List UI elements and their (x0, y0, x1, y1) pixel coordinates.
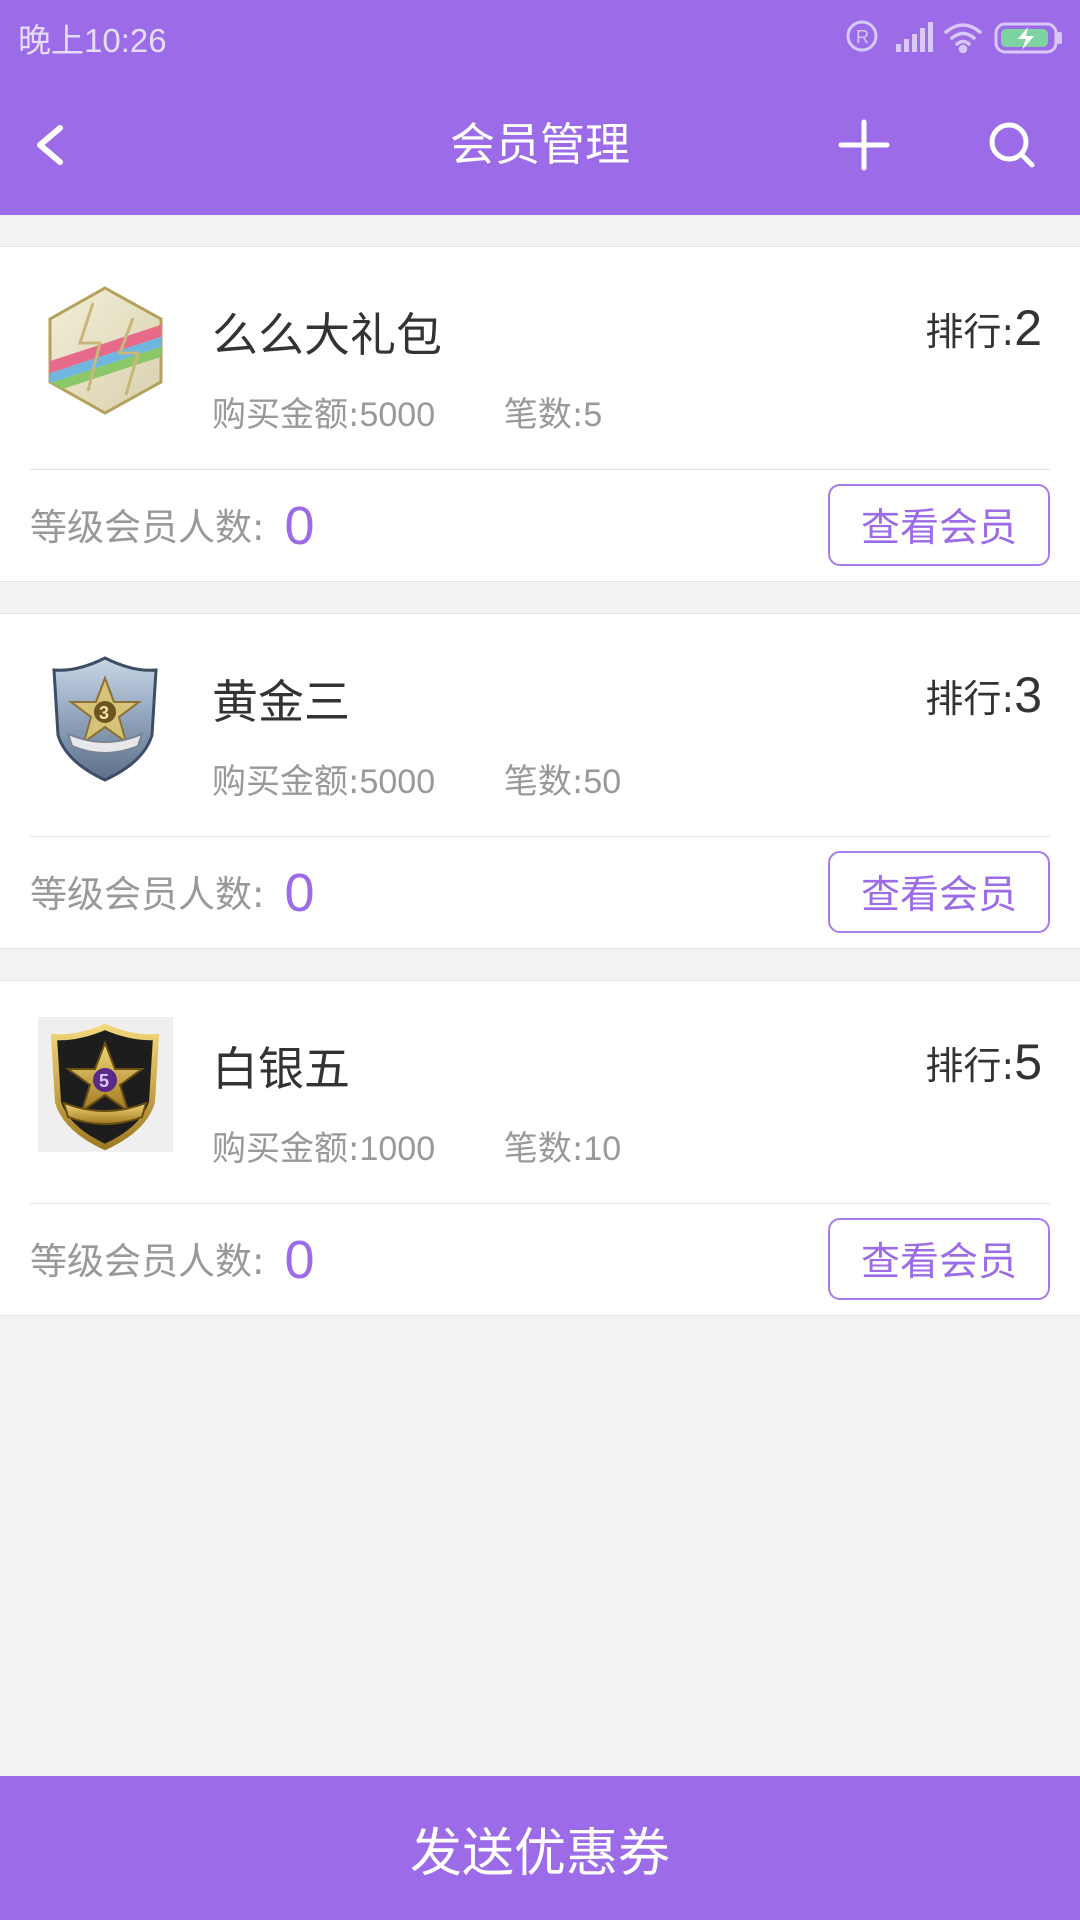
silver-shield-badge-icon: 3 (38, 650, 173, 785)
status-time: 晚上10:26 (18, 22, 167, 59)
rank-value: 2 (1014, 300, 1042, 356)
amount-value: 5000 (359, 763, 436, 801)
page-title: 会员管理 (449, 118, 630, 171)
app-header: 晚上10:26 R 会员管理 (0, 0, 1080, 215)
view-members-button[interactable]: 查看会员 (828, 1218, 1050, 1300)
svg-text:3: 3 (99, 703, 109, 723)
svg-text:5: 5 (99, 1071, 109, 1091)
count-label: 笔数: (503, 395, 584, 435)
rank-label: 排行: (925, 677, 1015, 721)
status-icons: R (846, 20, 1062, 54)
member-count: 等级会员人数: 0 (30, 862, 315, 924)
rank-label: 排行: (925, 310, 1015, 354)
level-meta: 购买金额:1000 笔数:10 (212, 1121, 621, 1170)
level-card: 么么大礼包 排行:2 购买金额:5000 笔数:5 等级会员人数: 0 查看会员 (0, 246, 1080, 582)
member-count-value: 0 (284, 1230, 315, 1290)
level-rank: 排行:3 (925, 666, 1042, 724)
level-list: 么么大礼包 排行:2 购买金额:5000 笔数:5 等级会员人数:0 查看会员 (0, 246, 1080, 1347)
search-icon[interactable] (985, 118, 1039, 172)
wifi-icon (944, 23, 982, 54)
divider (30, 836, 1050, 837)
level-meta: 购买金额:5000 笔数:50 (212, 754, 621, 803)
member-count: 等级会员人数: 0 (30, 1229, 315, 1291)
black-shield-badge-icon: 5 (38, 1017, 173, 1152)
amount-label: 购买金额: (212, 395, 360, 435)
level-name: 黄金三 (212, 675, 350, 729)
count-label: 笔数: (503, 762, 584, 802)
member-count: 等级会员人数: 0 (30, 495, 315, 557)
signal-icon (896, 22, 933, 52)
count-value: 50 (583, 763, 622, 801)
amount-value: 5000 (359, 396, 436, 434)
plus-icon[interactable] (837, 118, 891, 172)
battery-icon (994, 22, 1062, 54)
level-rank: 排行:5 (925, 1033, 1042, 1091)
level-meta: 购买金额:5000 笔数:5 (212, 387, 602, 436)
amount-label: 购买金额: (212, 762, 360, 802)
divider (30, 469, 1050, 470)
divider (30, 1203, 1050, 1204)
amount-value: 1000 (359, 1130, 436, 1168)
count-value: 10 (583, 1130, 622, 1168)
view-members-button[interactable]: 查看会员 (828, 484, 1050, 566)
count-value: 5 (583, 396, 603, 434)
member-count-label: 等级会员人数: (30, 873, 265, 916)
rank-value: 5 (1014, 1034, 1042, 1090)
send-coupon-button[interactable]: 发送优惠券 (0, 1776, 1080, 1920)
member-count-value: 0 (284, 496, 315, 556)
hexagon-badge-icon (38, 283, 173, 418)
view-members-button[interactable]: 查看会员 (828, 851, 1050, 933)
rank-label: 排行: (925, 1044, 1015, 1088)
svg-text:R: R (856, 27, 869, 47)
member-count-label: 等级会员人数: (30, 506, 265, 549)
rank-value: 3 (1014, 667, 1042, 723)
member-count-value: 0 (284, 863, 315, 923)
level-name: 白银五 (212, 1042, 350, 1096)
level-rank: 排行:2 (925, 299, 1042, 357)
amount-label: 购买金额: (212, 1129, 360, 1169)
level-card: 3 黄金三 排行:3 购买金额:5000 笔数:50 等级会员人数: 0 查看会员 (0, 613, 1080, 949)
member-count-label: 等级会员人数: (30, 1240, 265, 1283)
level-name: 么么大礼包 (212, 308, 442, 362)
count-label: 笔数: (503, 1129, 584, 1169)
level-card: 5 白银五 排行:5 购买金额:1000 笔数:10 等级会员人数: 0 查看会员 (0, 980, 1080, 1316)
